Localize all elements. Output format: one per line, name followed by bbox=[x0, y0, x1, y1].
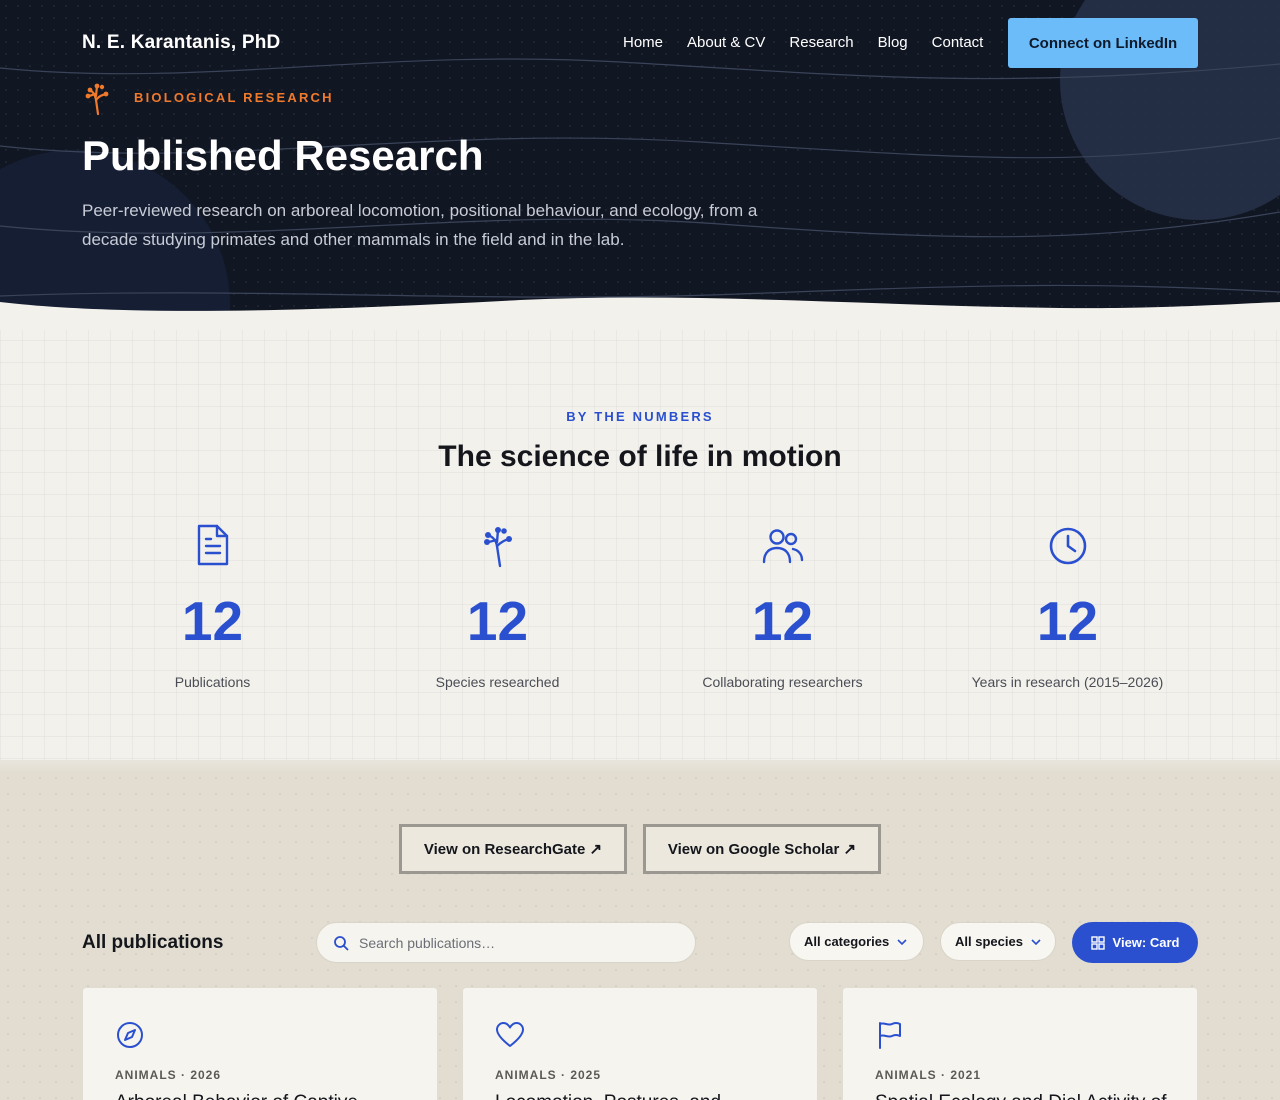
card-title[interactable]: Arboreal Behavior of Captive bbox=[115, 1092, 415, 1100]
species-filter-label: All species bbox=[955, 934, 1023, 949]
publications-heading: All publications bbox=[82, 932, 224, 953]
stat-label: Publications bbox=[174, 674, 251, 690]
view-toggle-button[interactable]: View: Card bbox=[1072, 922, 1198, 963]
hero-bottom-curve bbox=[0, 297, 1280, 330]
nav-blog[interactable]: Blog bbox=[878, 34, 908, 51]
card-meta: ANIMALS · 2025 bbox=[495, 1068, 602, 1082]
view-toggle-label: View: Card bbox=[1112, 935, 1180, 950]
grid-icon bbox=[1090, 935, 1105, 950]
stat-collaborators: 12 Collaborating researchers bbox=[640, 522, 925, 690]
stat-label: Years in research (2015–2026) bbox=[971, 674, 1164, 690]
section-divider bbox=[0, 760, 1280, 774]
clock-icon bbox=[1049, 527, 1086, 565]
nav-home[interactable]: Home bbox=[623, 34, 663, 51]
stat-publications: 12 Publications bbox=[70, 522, 355, 690]
hero-eyebrow: BIOLOGICAL RESEARCH bbox=[134, 90, 334, 105]
species-filter[interactable]: All species bbox=[940, 922, 1056, 961]
hero-section: N. E. Karantanis, PhD Home About & CV Re… bbox=[0, 0, 1280, 330]
google-scholar-button[interactable]: View on Google Scholar ↗ bbox=[643, 824, 881, 874]
heart-icon bbox=[496, 1022, 524, 1047]
card-meta: ANIMALS · 2026 bbox=[115, 1068, 222, 1082]
nav-contact[interactable]: Contact bbox=[932, 34, 984, 51]
hero-subtitle: Peer-reviewed research on arboreal locom… bbox=[82, 201, 758, 249]
category-filter-label: All categories bbox=[804, 934, 890, 949]
users-icon bbox=[762, 529, 803, 564]
numbers-eyebrow: BY THE NUMBERS bbox=[566, 409, 714, 424]
stat-label: Collaborating researchers bbox=[702, 674, 863, 690]
flag-icon bbox=[879, 1022, 901, 1049]
chevron-down-icon bbox=[897, 938, 907, 945]
page-title: Published Research bbox=[82, 132, 484, 179]
stat-years: 12 Years in research (2015–2026) bbox=[925, 522, 1210, 690]
nav-about-cv[interactable]: About & CV bbox=[687, 34, 765, 51]
category-filter[interactable]: All categories bbox=[789, 922, 924, 961]
stat-species: 12 Species researched bbox=[355, 522, 640, 690]
card-meta: ANIMALS · 2021 bbox=[875, 1068, 982, 1082]
site-brand[interactable]: N. E. Karantanis, PhD bbox=[82, 32, 280, 54]
card-title[interactable]: Locomotion, Postures, and bbox=[495, 1092, 795, 1100]
search-icon bbox=[334, 935, 349, 950]
nav-research[interactable]: Research bbox=[789, 34, 853, 51]
main-nav: Home About & CV Research Blog Contact bbox=[623, 34, 983, 51]
publication-card[interactable]: ANIMALS · 2026 Arboreal Behavior of Capt… bbox=[82, 987, 438, 1100]
publication-card[interactable]: ANIMALS · 2025 Locomotion, Postures, and bbox=[462, 987, 818, 1100]
stat-value: 12 bbox=[181, 590, 244, 652]
compass-icon bbox=[117, 1022, 143, 1048]
publication-card[interactable]: ANIMALS · 2021 Spatial Ecology and Diel … bbox=[842, 987, 1198, 1100]
stat-value: 12 bbox=[466, 590, 529, 652]
numbers-title: The science of life in motion bbox=[438, 440, 842, 473]
branch-icon bbox=[85, 83, 109, 116]
stat-label: Species researched bbox=[435, 674, 560, 690]
chevron-down-icon bbox=[1031, 938, 1041, 945]
stat-value: 12 bbox=[1036, 590, 1099, 652]
stat-value: 12 bbox=[751, 590, 814, 652]
linkedin-button[interactable]: Connect on LinkedIn bbox=[1008, 18, 1198, 68]
branch-icon bbox=[483, 527, 512, 568]
card-title[interactable]: Spatial Ecology and Diel Activity of bbox=[875, 1092, 1175, 1100]
document-icon bbox=[197, 524, 228, 566]
search-box bbox=[316, 922, 696, 963]
search-input[interactable] bbox=[359, 934, 659, 951]
researchgate-button[interactable]: View on ResearchGate ↗ bbox=[399, 824, 627, 874]
